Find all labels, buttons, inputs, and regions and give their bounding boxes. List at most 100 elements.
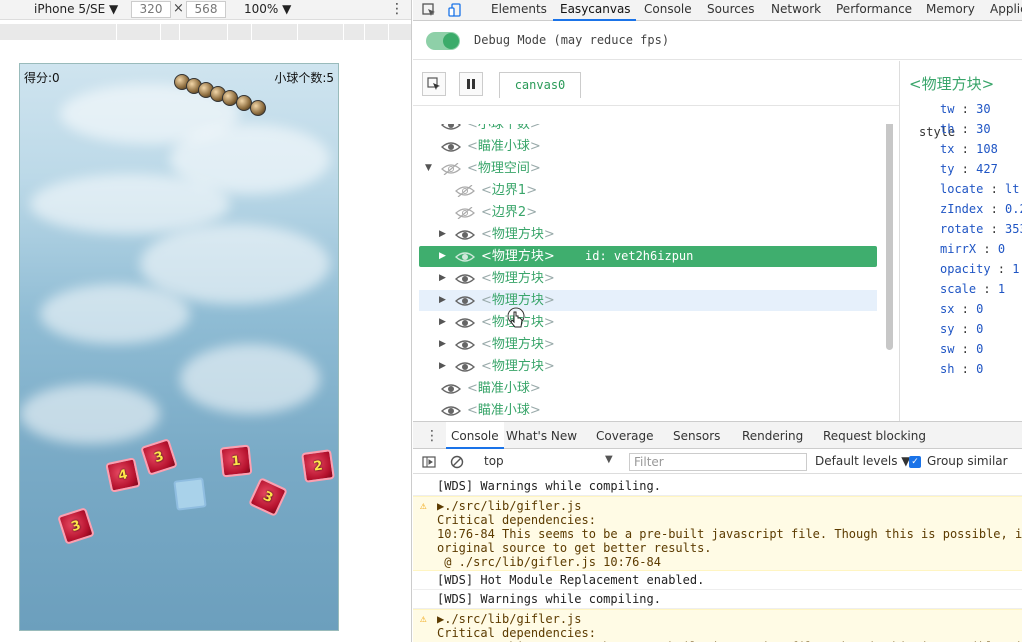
debug-mode-toggle[interactable] [426, 32, 460, 50]
property-value[interactable]: 30 [976, 102, 990, 116]
style-property-row[interactable]: sx : 0 [940, 302, 983, 316]
drawer-tab-console[interactable]: Console [446, 422, 504, 449]
tree-node[interactable]: ▶<物理方块> [419, 334, 877, 355]
tree-node[interactable]: ▼ <物理空间> [419, 158, 877, 179]
style-property-row[interactable]: rotate : 353 [940, 222, 1022, 236]
tab-easycanvas[interactable]: Easycanvas [560, 2, 631, 16]
console-message[interactable]: [WDS] Warnings while compiling. [413, 477, 1022, 496]
tree-node[interactable]: <小球个数> [419, 124, 877, 135]
property-value[interactable]: 30 [976, 122, 990, 136]
zoom-select[interactable]: 100% ▼ [244, 2, 291, 16]
console-message[interactable]: [WDS] Warnings while compiling. [413, 590, 1022, 609]
tree-node-selected[interactable]: ▶ <物理方块> id: vet2h6izpun [419, 246, 877, 267]
drawer-tab-sensors[interactable]: Sensors [673, 429, 720, 443]
eye-hidden-icon[interactable] [441, 163, 461, 175]
drawer-tab-request-blocking[interactable]: Request blocking [823, 429, 926, 443]
eye-icon[interactable] [455, 295, 475, 307]
eye-icon[interactable] [455, 251, 475, 263]
physics-block[interactable]: 2 [301, 449, 335, 483]
expand-arrow-icon[interactable]: ▶ [439, 246, 446, 267]
tree-node[interactable]: ▶<物理方块> [419, 290, 877, 311]
property-value[interactable]: 0 [998, 242, 1005, 256]
style-property-row[interactable]: tx : 108 [940, 142, 998, 156]
style-property-row[interactable]: sh : 0 [940, 362, 983, 376]
physics-block[interactable]: 1 [219, 444, 253, 478]
tree-node[interactable]: ▶<物理方块> [419, 224, 877, 245]
expand-arrow-icon[interactable]: ▶ [439, 356, 446, 377]
eye-hidden-icon[interactable] [455, 207, 475, 219]
device-more-menu-icon[interactable]: ⋮ [390, 1, 404, 17]
style-property-row[interactable]: tw : 30 [940, 102, 991, 116]
tree-scrollbar[interactable] [886, 124, 893, 350]
eye-icon[interactable] [441, 405, 461, 417]
clear-console-icon[interactable] [450, 455, 464, 469]
tab-network[interactable]: Network [771, 2, 821, 16]
property-value[interactable]: 0 [976, 362, 983, 376]
tab-console[interactable]: Console [644, 2, 692, 16]
tree-node[interactable]: <瞄准小球> [419, 136, 877, 157]
physics-block[interactable]: 4 [105, 457, 141, 493]
property-value[interactable]: 353 [1005, 222, 1022, 236]
drawer-tab-coverage[interactable]: Coverage [596, 429, 654, 443]
group-similar-checkbox[interactable]: ✓ [909, 456, 921, 468]
eye-icon[interactable] [455, 317, 475, 329]
physics-block-selected[interactable] [173, 477, 207, 511]
eye-icon[interactable] [441, 383, 461, 395]
tree-node[interactable]: <瞄准小球> [419, 400, 877, 420]
physics-block[interactable]: 3 [140, 438, 178, 476]
style-property-row[interactable]: ty : 427 [940, 162, 998, 176]
tree-node[interactable]: ▶<物理方块> [419, 268, 877, 289]
property-value[interactable]: 1 [1012, 262, 1019, 276]
property-value[interactable]: 0.2 [1005, 202, 1022, 216]
property-value[interactable]: 1 [998, 282, 1005, 296]
tree-node[interactable]: <瞄准小球> [419, 378, 877, 399]
style-property-row[interactable]: opacity : 1 [940, 262, 1020, 276]
eye-icon[interactable] [455, 273, 475, 285]
style-property-row[interactable]: sw : 0 [940, 342, 983, 356]
tab-sources[interactable]: Sources [707, 2, 754, 16]
tab-performance[interactable]: Performance [836, 2, 912, 16]
execution-context-select[interactable]: top [484, 454, 504, 468]
tree-node[interactable]: <边界2> [419, 202, 877, 223]
select-canvas-button[interactable] [422, 72, 446, 96]
style-property-row[interactable]: th : 30 [940, 122, 991, 136]
collapse-arrow-icon[interactable]: ▼ [425, 158, 432, 179]
style-property-row[interactable]: mirrX : 0 [940, 242, 1005, 256]
tab-elements[interactable]: Elements [491, 2, 547, 16]
tab-application[interactable]: Applic [990, 2, 1022, 16]
eye-icon[interactable] [441, 124, 461, 131]
physics-block[interactable]: 3 [57, 507, 95, 545]
console-warning[interactable]: ⚠ ▶./src/lib/gifler.js Critical dependenc… [413, 496, 1022, 571]
tab-memory[interactable]: Memory [926, 2, 975, 16]
tree-node[interactable]: ▶<物理方块> [419, 312, 877, 333]
console-message[interactable]: [WDS] Hot Module Replacement enabled. [413, 571, 1022, 590]
property-value[interactable]: 0 [976, 322, 983, 336]
log-levels-select[interactable]: Default levels ▼ [815, 454, 911, 468]
device-toggle-icon[interactable] [448, 3, 462, 17]
console-warning[interactable]: ⚠ ▶./src/lib/gifler.js Critical dependenc… [413, 609, 1022, 642]
property-value[interactable]: 0 [976, 342, 983, 356]
eye-icon[interactable] [455, 229, 475, 241]
expand-arrow-icon[interactable]: ▶ [439, 224, 446, 245]
eye-icon[interactable] [455, 361, 475, 373]
property-value[interactable]: 108 [976, 142, 998, 156]
style-property-row[interactable]: zIndex : 0.2 [940, 202, 1022, 216]
eye-icon[interactable] [441, 141, 461, 153]
show-sidebar-icon[interactable] [422, 455, 436, 469]
device-width-input[interactable]: 320 [131, 1, 171, 18]
device-select[interactable]: iPhone 5/SE ▼ [34, 2, 118, 16]
eye-icon[interactable] [455, 339, 475, 351]
pause-button[interactable] [459, 72, 483, 96]
context-dropdown-icon[interactable]: ▼ [605, 454, 613, 465]
physics-block[interactable]: 3 [248, 477, 288, 517]
eye-hidden-icon[interactable] [455, 185, 475, 197]
device-height-input[interactable]: 568 [186, 1, 226, 18]
style-property-row[interactable]: sy : 0 [940, 322, 983, 336]
inspect-element-icon[interactable] [422, 3, 436, 17]
expand-arrow-icon[interactable]: ▶ [439, 312, 446, 333]
style-property-row[interactable]: scale : 1 [940, 282, 1005, 296]
drawer-menu-icon[interactable]: ⋮ [425, 428, 439, 444]
expand-arrow-icon[interactable]: ▶ [439, 290, 446, 311]
property-value[interactable]: 0 [976, 302, 983, 316]
tree-node[interactable]: <边界1> [419, 180, 877, 201]
